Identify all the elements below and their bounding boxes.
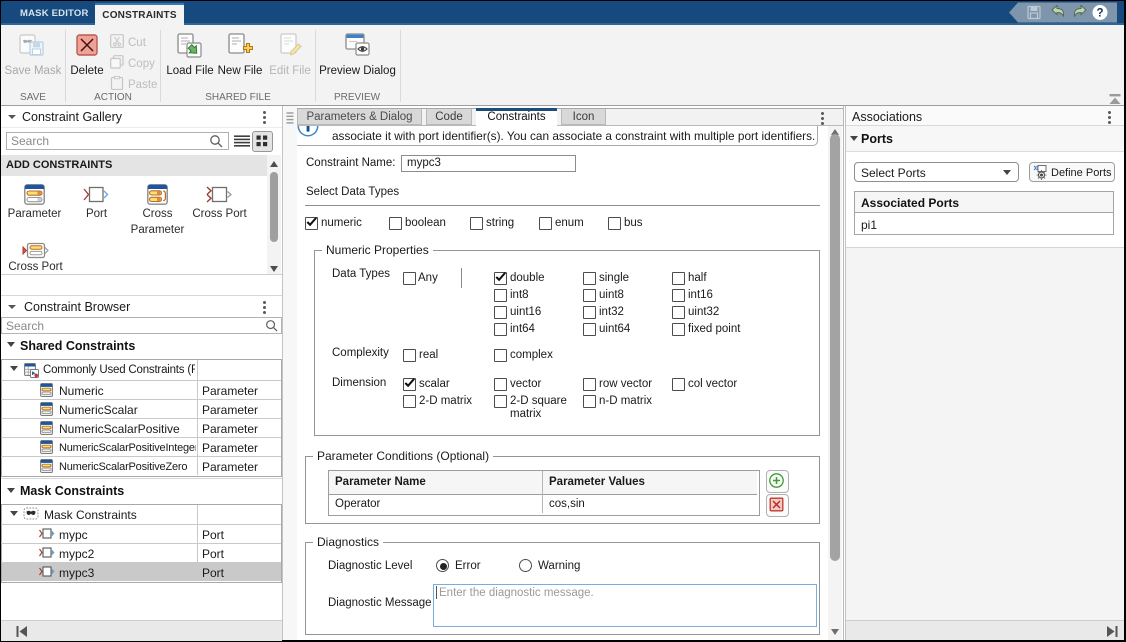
svg-text:?: ? [1096, 8, 1103, 20]
